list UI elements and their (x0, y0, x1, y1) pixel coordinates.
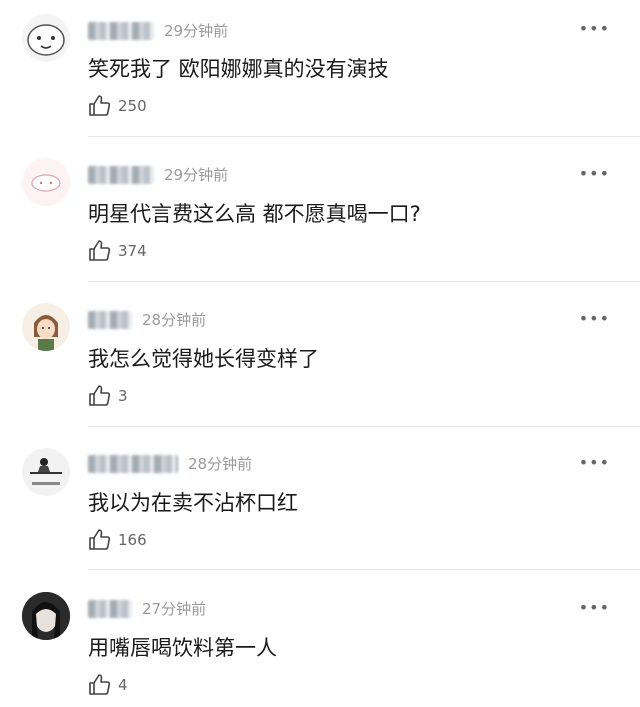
like-button[interactable]: 374 (88, 239, 147, 263)
like-count: 4 (118, 676, 128, 694)
more-options-icon[interactable]: ••• (579, 19, 610, 38)
timestamp: 29分钟前 (164, 22, 229, 40)
username-blurred[interactable] (88, 22, 154, 40)
more-options-icon[interactable]: ••• (579, 164, 610, 183)
username-blurred[interactable] (88, 600, 132, 618)
username-blurred[interactable] (88, 311, 132, 329)
thumbs-up-icon (89, 529, 111, 550)
timestamp: 29分钟前 (164, 166, 229, 184)
comment-item: 28分钟前 ••• 我以为在卖不沾杯口红 166 (0, 430, 640, 573)
timestamp: 28分钟前 (188, 455, 253, 473)
avatar[interactable] (22, 448, 70, 496)
like-count: 3 (118, 387, 128, 405)
comment-item: 29分钟前 ••• 明星代言费这么高 都不愿真喝一口? 374 (0, 140, 640, 285)
comment-item: 28分钟前 ••• 我怎么觉得她长得变样了 3 (0, 285, 640, 430)
like-button[interactable]: 250 (88, 94, 147, 118)
avatar[interactable] (22, 158, 70, 206)
avatar[interactable] (22, 303, 70, 351)
like-count: 250 (118, 97, 147, 115)
divider (88, 281, 640, 282)
like-button[interactable]: 4 (88, 673, 128, 697)
divider (88, 569, 640, 570)
comment-item: 27分钟前 ••• 用嘴唇喝饮料第一人 4 (0, 573, 640, 707)
more-options-icon[interactable]: ••• (579, 309, 610, 328)
comment-text: 笑死我了 欧阳娜娜真的没有演技 (88, 57, 389, 81)
thumbs-up-icon (89, 95, 111, 116)
username-blurred[interactable] (88, 455, 178, 473)
more-options-icon[interactable]: ••• (579, 453, 610, 472)
comment-item: 29分钟前 ••• 笑死我了 欧阳娜娜真的没有演技 250 (0, 0, 640, 140)
timestamp: 27分钟前 (142, 600, 207, 618)
comment-text: 我怎么觉得她长得变样了 (88, 347, 319, 371)
like-count: 374 (118, 242, 147, 260)
avatar[interactable] (22, 592, 70, 640)
avatar[interactable] (22, 14, 70, 62)
comment-text: 我以为在卖不沾杯口红 (88, 491, 298, 515)
divider (88, 136, 640, 137)
thumbs-up-icon (89, 385, 111, 406)
timestamp: 28分钟前 (142, 311, 207, 329)
username-blurred[interactable] (88, 166, 154, 184)
thumbs-up-icon (89, 240, 111, 261)
like-button[interactable]: 166 (88, 528, 147, 552)
like-button[interactable]: 3 (88, 384, 128, 408)
comment-text: 用嘴唇喝饮料第一人 (88, 636, 277, 660)
comment-text: 明星代言费这么高 都不愿真喝一口? (88, 202, 421, 226)
more-options-icon[interactable]: ••• (579, 598, 610, 617)
thumbs-up-icon (89, 674, 111, 695)
divider (88, 426, 640, 427)
like-count: 166 (118, 531, 147, 549)
